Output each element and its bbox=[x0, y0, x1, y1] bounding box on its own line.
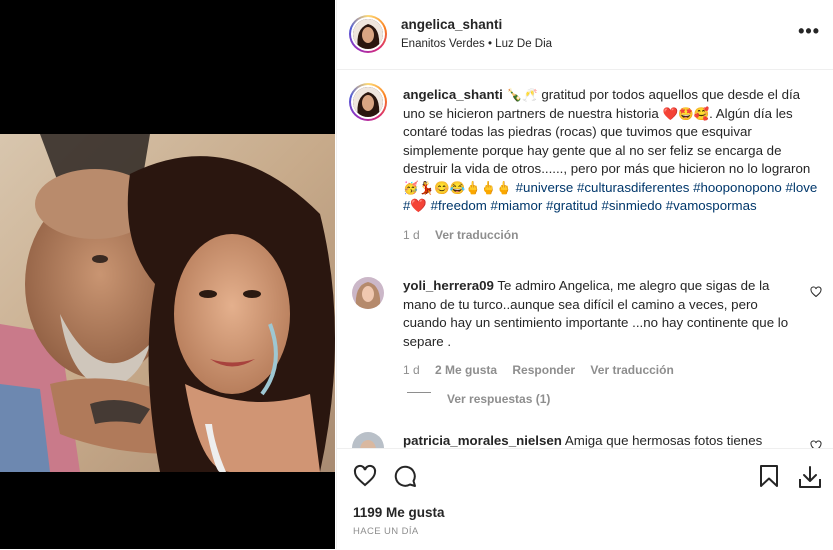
comments-section: angelica_shanti 🍾🥂 gratitud por todos aq… bbox=[337, 70, 833, 448]
hashtag[interactable]: #universe bbox=[516, 180, 574, 195]
hashtag[interactable]: #sinmiedo bbox=[601, 198, 662, 213]
caption-emoji-end: 🥳💃😊😂🖕🖕🖕 bbox=[403, 180, 512, 195]
hashtag[interactable]: #miamor bbox=[491, 198, 543, 213]
caption-username[interactable]: angelica_shanti bbox=[403, 87, 503, 102]
comment-like-heart-icon[interactable] bbox=[810, 440, 822, 448]
commenter-avatar-image bbox=[352, 277, 384, 309]
caption-translate-link[interactable]: Ver traducción bbox=[435, 228, 518, 242]
comment-text: Amiga que hermosas fotos tienes bbox=[564, 433, 763, 448]
comment-likes[interactable]: 2 Me gusta bbox=[435, 363, 497, 377]
hashtag[interactable]: #gratitud bbox=[546, 198, 598, 213]
caption-emoji-start: 🍾🥂 bbox=[506, 88, 538, 102]
caption-time[interactable]: 1 d bbox=[403, 228, 420, 242]
author-username[interactable]: angelica_shanti bbox=[401, 17, 502, 32]
reply-button[interactable]: Responder bbox=[512, 363, 575, 377]
post-details-panel: angelica_shanti Enanitos Verdes • Luz De… bbox=[336, 0, 833, 549]
comment-bubble-icon[interactable] bbox=[393, 464, 417, 488]
comment-body: yoli_herrera09 Te admiro Angelica, me al… bbox=[403, 277, 803, 380]
like-heart-icon[interactable] bbox=[353, 464, 377, 488]
caption-avatar[interactable] bbox=[349, 83, 387, 121]
comment-avatar[interactable] bbox=[352, 432, 384, 448]
hashtag[interactable]: #culturasdiferentes bbox=[577, 180, 689, 195]
couple-photo-image bbox=[0, 134, 335, 472]
comment-username[interactable]: yoli_herrera09 bbox=[403, 278, 494, 293]
download-icon[interactable] bbox=[797, 464, 823, 490]
hashtag[interactable]: #love bbox=[786, 180, 818, 195]
commenter-avatar-image bbox=[352, 432, 384, 448]
post-media bbox=[0, 0, 335, 549]
likes-count[interactable]: 1199 Me gusta bbox=[353, 505, 445, 520]
comment-time[interactable]: 1 d bbox=[403, 363, 420, 377]
caption-emoji-mid: ❤️🤩🥰 bbox=[662, 106, 710, 121]
post-photo[interactable] bbox=[0, 134, 335, 472]
post-location[interactable]: Enanitos Verdes • Luz De Dia bbox=[401, 38, 552, 50]
comment-translate-link[interactable]: Ver traducción bbox=[590, 363, 673, 377]
more-options-icon[interactable]: ••• bbox=[798, 22, 820, 40]
view-replies-button[interactable]: Ver respuestas (1) bbox=[447, 392, 550, 406]
caption-avatar-image bbox=[353, 87, 383, 117]
replies-divider bbox=[407, 392, 431, 393]
comment-avatar[interactable] bbox=[352, 277, 384, 309]
hashtag[interactable]: #❤️ bbox=[403, 198, 427, 213]
post-time-ago[interactable]: HACE UN DÍA bbox=[353, 526, 419, 537]
post-actions: 1199 Me gusta HACE UN DÍA bbox=[337, 448, 833, 550]
caption-meta: 1 d Ver traducción bbox=[403, 226, 821, 245]
comment-like-heart-icon[interactable] bbox=[810, 286, 822, 298]
hashtag[interactable]: #freedom bbox=[431, 198, 487, 213]
post-header: angelica_shanti Enanitos Verdes • Luz De… bbox=[337, 0, 833, 70]
post-caption: angelica_shanti 🍾🥂 gratitud por todos aq… bbox=[403, 86, 821, 244]
hashtag[interactable]: #hooponopono bbox=[693, 180, 782, 195]
save-bookmark-icon[interactable] bbox=[758, 464, 780, 488]
comment-meta: 1 d 2 Me gusta Responder Ver traducción bbox=[403, 361, 803, 380]
hashtag[interactable]: #vamospormas bbox=[666, 198, 757, 213]
comment-username[interactable]: patricia_morales_nielsen bbox=[403, 433, 562, 448]
comment-body: patricia_morales_nielsen Amiga que hermo… bbox=[403, 432, 823, 448]
author-avatar-image bbox=[353, 19, 383, 49]
author-avatar[interactable] bbox=[349, 15, 387, 53]
post-viewer: angelica_shanti Enanitos Verdes • Luz De… bbox=[0, 0, 833, 549]
